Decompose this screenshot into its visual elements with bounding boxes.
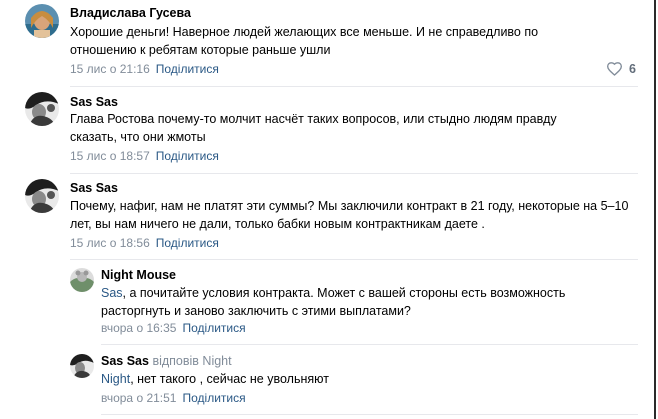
reply-time[interactable]: вчора о 21:51 (101, 391, 176, 405)
divider (70, 173, 638, 174)
comment-author[interactable]: Владислава Гусева (70, 6, 191, 20)
avatar[interactable] (25, 92, 59, 126)
comment-text: Почему, нафиг, нам не платят эти суммы? … (70, 199, 629, 231)
mention-link[interactable]: Night (101, 372, 130, 386)
comment-text: Глава Ростова почему-то молчит насчёт та… (70, 112, 557, 144)
share-button[interactable]: Поділитися (156, 62, 219, 76)
reply-author[interactable]: Night Mouse (101, 268, 176, 282)
divider (101, 344, 638, 345)
avatar[interactable] (25, 179, 59, 213)
reply-meta: вчора о 16:35 Поділитися (101, 321, 246, 335)
share-button[interactable]: Поділитися (182, 321, 245, 335)
comment-time[interactable]: 15 лис о 21:16 (70, 62, 150, 76)
divider (101, 414, 638, 415)
comment-meta: 15 лис о 21:16 Поділитися (70, 62, 219, 76)
avatar[interactable] (25, 4, 59, 38)
reply-meta: вчора о 21:51 Поділитися (101, 391, 246, 405)
comment-author[interactable]: Sas Sas (70, 181, 118, 195)
avatar[interactable] (70, 354, 94, 378)
avatar[interactable] (70, 268, 94, 292)
like-count: 6 (629, 61, 636, 76)
comment-author[interactable]: Sas Sas (70, 95, 118, 109)
reply-author[interactable]: Sas Sas відповів Night (101, 354, 232, 368)
share-button[interactable]: Поділитися (156, 149, 219, 163)
mention-link[interactable]: Sas (101, 286, 123, 300)
share-button[interactable]: Поділитися (156, 236, 219, 250)
comment-meta: 15 лис о 18:56 Поділитися (70, 236, 219, 250)
reply-time[interactable]: вчора о 16:35 (101, 321, 176, 335)
share-button[interactable]: Поділитися (182, 391, 245, 405)
reply-to-label[interactable]: відповів Night (152, 354, 231, 368)
comment-meta: 15 лис о 18:57 Поділитися (70, 149, 219, 163)
reply-text: Sas, а почитайте условия контракта. Може… (101, 284, 601, 320)
reply-text: Night, нет такого , сейчас не увольняют (101, 370, 601, 388)
comment-text: Хорошие деньги! Наверное людей желающих … (70, 25, 539, 57)
reply-body: , нет такого , сейчас не увольняют (130, 372, 329, 386)
like-button[interactable]: 6 (606, 61, 636, 76)
reply-body: , а почитайте условия контракта. Может с… (101, 286, 566, 318)
comment-time[interactable]: 15 лис о 18:56 (70, 236, 150, 250)
comments-panel: Владислава Гусева Хорошие деньги! Наверн… (0, 0, 656, 419)
comment-time[interactable]: 15 лис о 18:57 (70, 149, 150, 163)
reply-author-name[interactable]: Sas Sas (101, 354, 149, 368)
heart-icon (606, 61, 623, 76)
divider (70, 259, 638, 260)
divider (70, 86, 638, 87)
